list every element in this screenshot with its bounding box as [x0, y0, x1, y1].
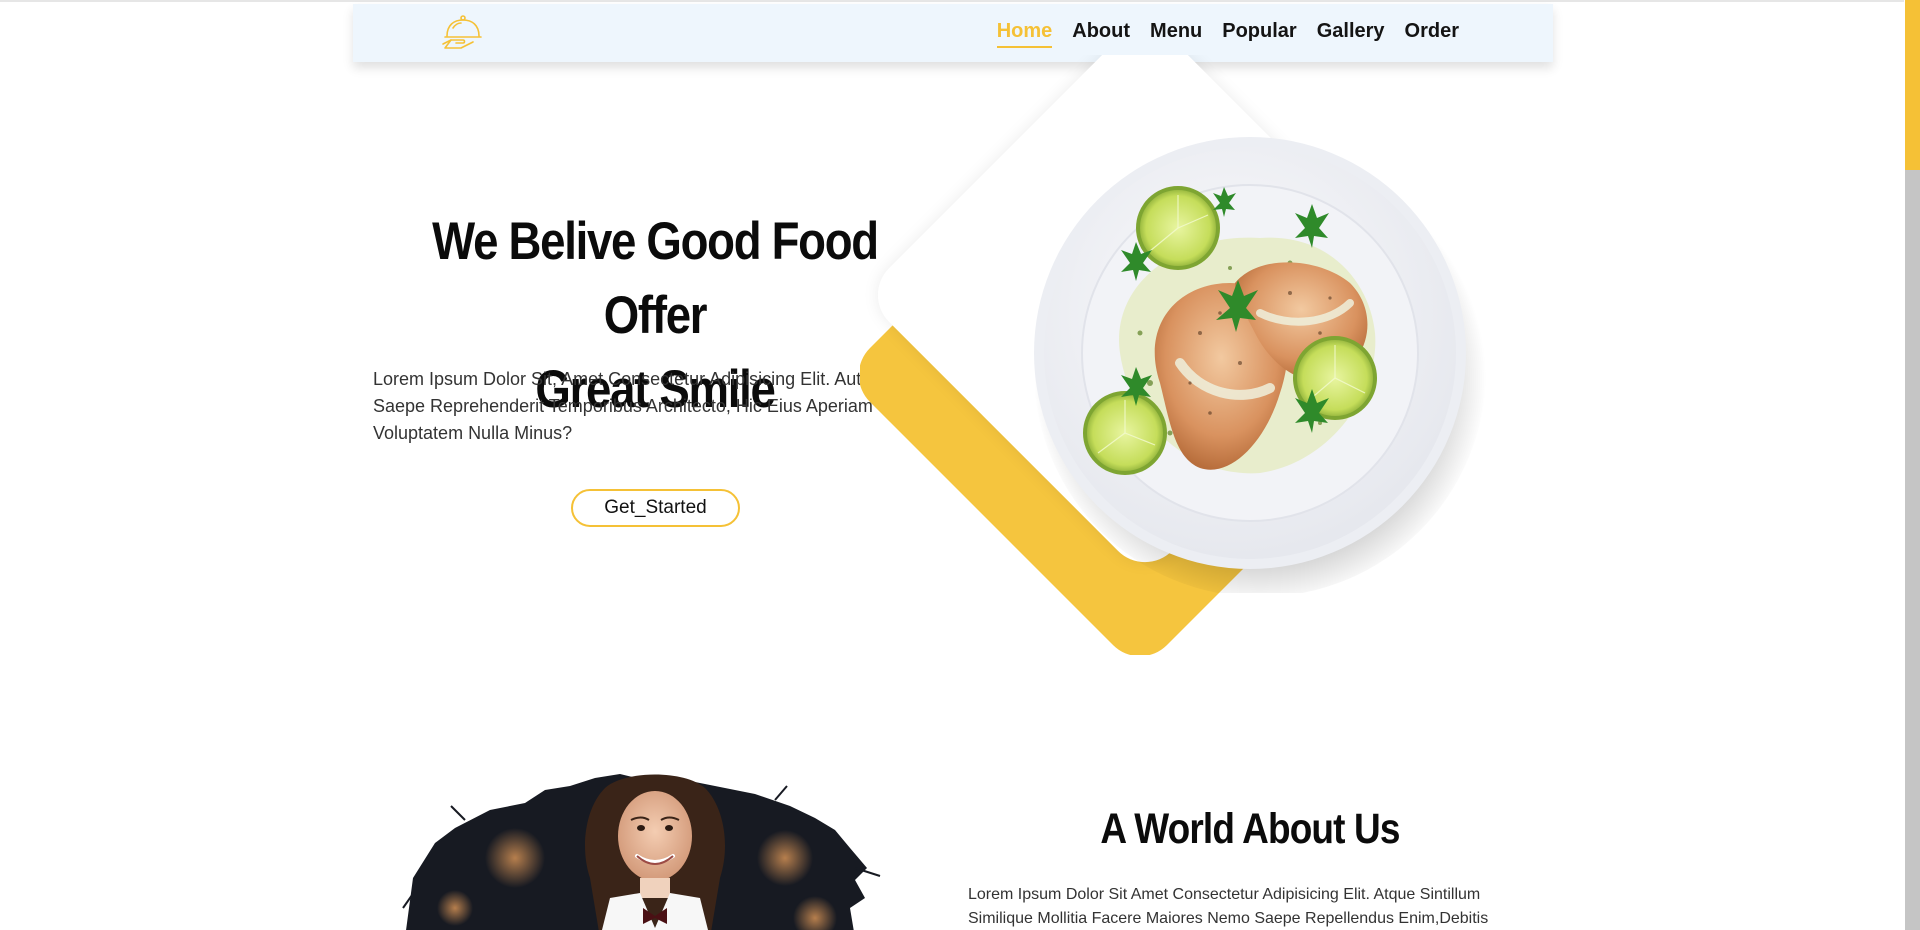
hero-description: Lorem Ipsum Dolor Sit, Amet Consectetur …: [373, 369, 921, 443]
nav-link-gallery[interactable]: Gallery: [1317, 20, 1385, 47]
about-image: [395, 768, 955, 930]
scrollbar-thumb[interactable]: [1905, 0, 1920, 170]
food-plate-image: [1030, 133, 1490, 597]
nav-link-order[interactable]: Order: [1405, 20, 1459, 47]
about-description: Lorem Ipsum Dolor Sit Amet Consectetur A…: [968, 886, 1489, 927]
hero-title-line1: We Belive Good Food Offer: [432, 212, 879, 345]
about-title: A World About Us: [1100, 805, 1400, 853]
top-border: [0, 0, 1920, 2]
nav-link-menu[interactable]: Menu: [1150, 20, 1202, 47]
scrollbar-track-fill: [1905, 170, 1920, 930]
nav-link-home[interactable]: Home: [996, 20, 1052, 48]
cloche-logo-icon[interactable]: [441, 10, 485, 54]
hero-image: [860, 55, 1560, 655]
nav-links: Home About Menu Popular Gallery Order: [996, 4, 1459, 62]
nav-link-about[interactable]: About: [1072, 20, 1130, 47]
get-started-button[interactable]: Get_Started: [571, 489, 740, 527]
navbar: Home About Menu Popular Gallery Order: [353, 4, 1553, 62]
nav-link-popular[interactable]: Popular: [1222, 20, 1296, 47]
